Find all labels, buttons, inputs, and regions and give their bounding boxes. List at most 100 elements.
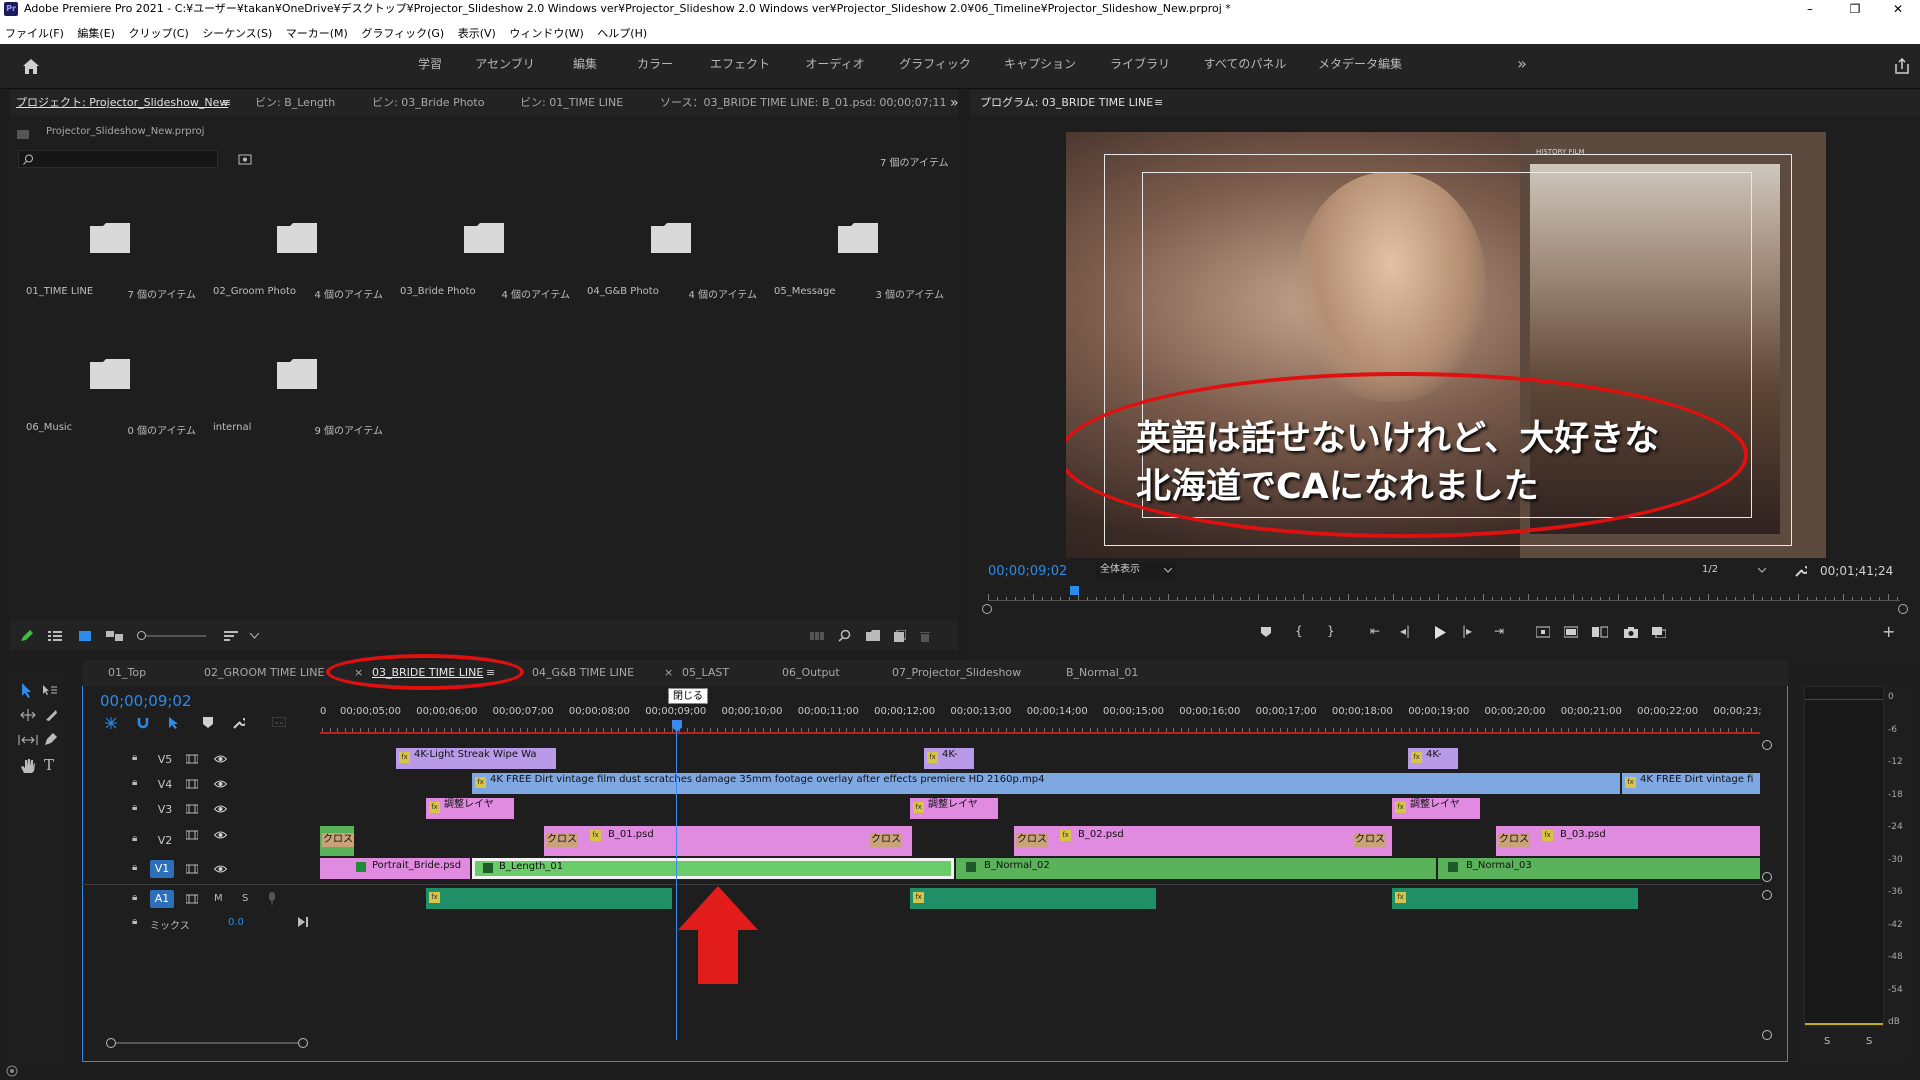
captions-icon[interactable]	[272, 717, 286, 727]
tab-04-gb-time-line[interactable]: 04_G&B TIME LINE	[532, 660, 634, 686]
microphone-icon[interactable]	[268, 892, 276, 906]
zoom-dropdown[interactable]: 全体表示	[1096, 562, 1176, 578]
go-to-in-icon[interactable]: ⇤	[1370, 624, 1380, 638]
mark-in-icon[interactable]: {	[1295, 624, 1303, 638]
menu-help[interactable]: ヘルプ(H)	[592, 24, 652, 44]
add-marker-timeline-icon[interactable]	[202, 716, 214, 730]
scroll-handle-mid2[interactable]	[1762, 890, 1772, 900]
close-window-button[interactable]: ✕	[1878, 0, 1918, 18]
lock-icon[interactable]: 🔒︎	[132, 892, 137, 903]
track-label[interactable]: V2	[154, 834, 176, 847]
project-menu-icon[interactable]: ≡	[222, 90, 231, 116]
trash-icon[interactable]	[920, 630, 930, 642]
track-label-v1-target[interactable]: V1	[150, 860, 174, 878]
scroll-handle-top[interactable]	[1762, 740, 1772, 750]
find-icon[interactable]	[838, 629, 851, 642]
selection-tool-icon[interactable]	[20, 682, 34, 698]
bin-folder[interactable]: 05_Message 3 個のアイテム	[766, 184, 952, 318]
share-icon[interactable]	[1894, 58, 1910, 74]
workspace-tab-libraries[interactable]: ライブラリ	[1105, 44, 1175, 89]
scrub-end-handle[interactable]	[1898, 604, 1908, 614]
menu-sequence[interactable]: シーケンス(S)	[197, 24, 277, 44]
timeline-timecode[interactable]: 00;00;09;02	[100, 692, 192, 710]
track-label-a1-target[interactable]: A1	[150, 890, 174, 908]
tab-bin-b-length[interactable]: ビン: B_Length	[255, 90, 335, 116]
bin-folder[interactable]: 06_Music 0 個のアイテム	[18, 320, 204, 454]
project-search-input[interactable]	[18, 150, 218, 168]
eye-icon[interactable]	[214, 830, 227, 840]
clip-v3-adjustment[interactable]: fx 調整レイヤ	[910, 798, 998, 819]
clip-v2-photo[interactable]: クロス fx B_02.psd クロス	[1014, 826, 1392, 856]
workspace-tab-audio[interactable]: オーディオ	[800, 44, 870, 89]
zoom-slider[interactable]	[137, 631, 206, 640]
mute-button[interactable]: M	[214, 893, 223, 904]
clip-v3-adjustment[interactable]: fx 調整レイヤ	[426, 798, 514, 819]
track-select-icon[interactable]	[42, 684, 58, 696]
workspace-tab-metadata[interactable]: メタデータ編集	[1315, 44, 1405, 89]
close-tab-icon[interactable]: ×	[664, 660, 673, 686]
timeline-horizontal-scrollbar[interactable]	[106, 1038, 308, 1048]
transition-cross[interactable]: クロス	[1498, 833, 1530, 847]
step-back-icon[interactable]: ◂|	[1400, 624, 1410, 638]
go-to-out-icon[interactable]: ⇥	[1494, 624, 1504, 638]
overwrite-icon[interactable]	[1564, 626, 1578, 638]
transition-cross[interactable]: クロス	[1354, 833, 1386, 847]
menu-file[interactable]: ファイル(F)	[0, 24, 69, 44]
lock-icon[interactable]: 🔒︎	[132, 862, 137, 873]
workspace-tab-editing[interactable]: 編集	[565, 44, 605, 89]
play-icon[interactable]	[1434, 626, 1446, 639]
new-search-bin-icon[interactable]	[238, 153, 252, 165]
bin-folder[interactable]: 02_Groom Photo 4 個のアイテム	[205, 184, 391, 318]
clip-a1-audio[interactable]: fx	[1392, 888, 1638, 909]
scrub-start-handle[interactable]	[982, 604, 992, 614]
sync-lock-icon[interactable]	[186, 779, 198, 789]
transition-cross[interactable]: クロス	[870, 833, 902, 847]
transition-cross[interactable]: クロス	[546, 833, 578, 847]
clip-v5[interactable]: fx 4K-Light Streak Wipe Wa	[396, 748, 556, 769]
icon-view-icon[interactable]	[78, 630, 92, 642]
sort-icon[interactable]	[224, 630, 238, 642]
bin-folder[interactable]: internal 9 個のアイテム	[205, 320, 391, 454]
workspace-tab-all-panels[interactable]: すべてのパネル	[1200, 44, 1290, 89]
workspace-tab-learn[interactable]: 学習	[410, 44, 450, 89]
lock-icon[interactable]: 🔒︎	[132, 752, 137, 763]
hscroll-right-handle[interactable]	[298, 1038, 308, 1048]
program-timecode[interactable]: 00;00;09;02	[988, 564, 1067, 579]
tab-bin-time-line[interactable]: ビン: 01_TIME LINE	[520, 90, 623, 116]
sync-lock-icon[interactable]	[186, 804, 198, 814]
transition-cross[interactable]: クロス	[320, 826, 354, 856]
vr-video-icon[interactable]	[1652, 626, 1666, 638]
chevron-down-icon[interactable]	[250, 633, 259, 639]
snap-icon[interactable]	[136, 716, 150, 730]
zoom-slider-handle[interactable]	[137, 631, 146, 640]
lock-icon[interactable]: 🔒︎	[132, 777, 137, 788]
status-icon[interactable]	[6, 1065, 18, 1077]
workspace-tab-graphics[interactable]: グラフィック	[895, 44, 975, 89]
compare-view-icon[interactable]	[1592, 626, 1608, 638]
tab-source[interactable]: ソース：03_BRIDE TIME LINE: B_01.psd: 00;00;…	[660, 90, 947, 116]
new-item-icon[interactable]	[894, 630, 906, 642]
timeline-wrench-icon[interactable]	[232, 716, 245, 729]
workspace-tab-effects[interactable]: エフェクト	[705, 44, 775, 89]
razor-icon[interactable]	[44, 708, 58, 722]
sync-lock-icon[interactable]	[186, 754, 198, 764]
lock-icon[interactable]: 🔒︎	[132, 916, 137, 927]
linked-selection-icon[interactable]	[168, 716, 182, 730]
track-label[interactable]: V4	[154, 778, 176, 791]
track-label[interactable]: V3	[154, 803, 176, 816]
type-tool-icon[interactable]: T	[44, 756, 54, 774]
bin-folder[interactable]: 03_Bride Photo 4 個のアイテム	[392, 184, 578, 318]
menu-window[interactable]: ウィンドウ(W)	[504, 24, 588, 44]
clip-v4-overlay[interactable]: fx 4K FREE Dirt vintage fi	[1622, 773, 1760, 794]
maximize-button[interactable]: ❐	[1835, 0, 1875, 18]
project-more-button[interactable]: »	[950, 90, 959, 116]
eye-icon[interactable]	[214, 779, 227, 789]
workspace-tab-captions[interactable]: キャプション	[1000, 44, 1080, 89]
hscroll-track[interactable]	[116, 1042, 298, 1044]
solo-button[interactable]: S	[242, 893, 248, 904]
program-monitor-title[interactable]: プログラム: 03_BRIDE TIME LINE	[980, 90, 1153, 116]
workspace-tab-color[interactable]: カラー	[630, 44, 680, 89]
freeform-view-icon[interactable]	[106, 630, 124, 642]
pencil-icon[interactable]	[20, 630, 34, 642]
menu-clip[interactable]: クリップ(C)	[123, 24, 193, 44]
